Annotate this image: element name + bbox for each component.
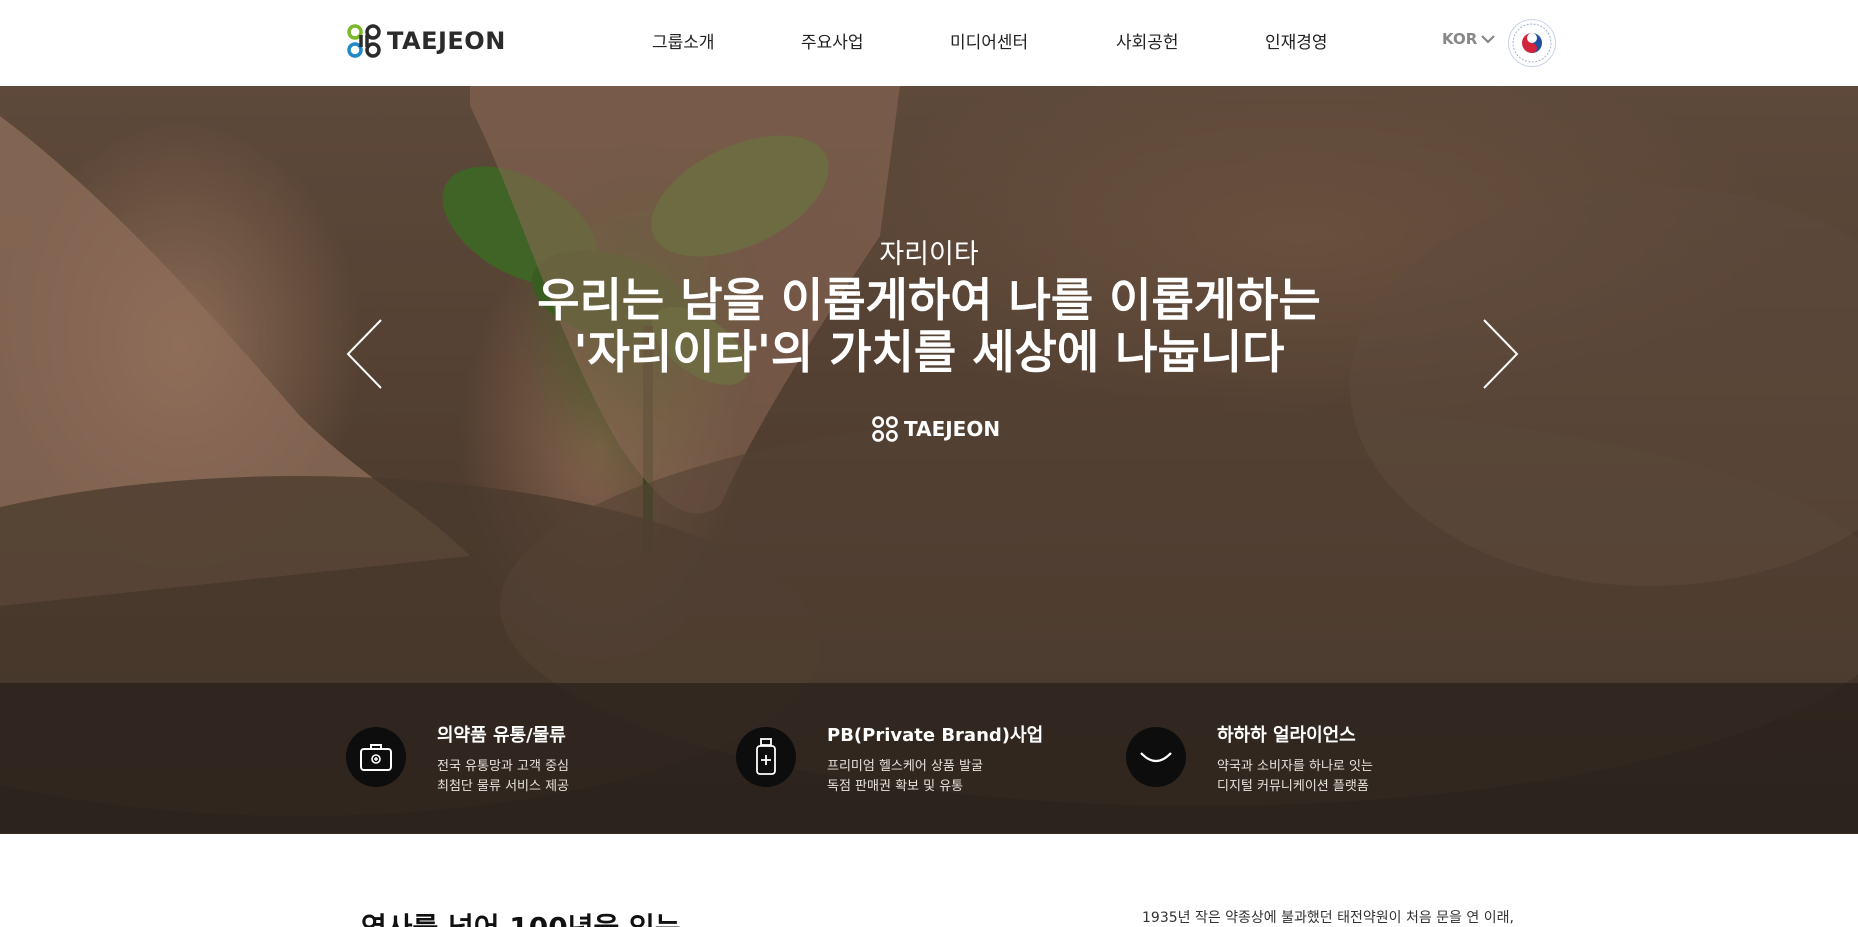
bottle-icon (736, 727, 796, 787)
logo-mark-icon (347, 24, 381, 58)
nav-item-media-center[interactable]: 미디어센터 (950, 28, 1116, 53)
service-desc: 디지털 커뮤니케이션 플랫폼 (1217, 779, 1369, 794)
service-desc: 프리미엄 헬스케어 상품 발굴 (827, 759, 983, 774)
service-item[interactable]: PB(Private Brand)사업 프리미엄 헬스케어 상품 발굴 독점 판… (736, 721, 1043, 797)
service-desc: 최첨단 물류 서비스 제공 (437, 779, 569, 794)
hero-logo-text: TAEJEON (904, 417, 1001, 441)
chevron-down-icon (1481, 35, 1496, 44)
hero-title-line: '자리이타'의 가치를 세상에 나눕니다 (573, 325, 1285, 379)
services-strip: 의약품 유통/물류 전국 유통망과 고객 중심 최첨단 물류 서비스 제공 PB… (0, 683, 1858, 833)
main-nav: 그룹소개 주요사업 미디어센터 사회공헌 인재경영 (652, 28, 1328, 53)
logo-text: TAEJEON (387, 27, 506, 55)
logo-mark-icon (872, 416, 898, 442)
smile-icon (1126, 727, 1186, 787)
hero-logo: TAEJEON (872, 416, 1000, 442)
hero-subtitle: 자리이타 (879, 239, 979, 270)
service-item[interactable]: 하하하 얼라이언스 약국과 소비자를 하나로 잇는 디지털 커뮤니케이션 플랫폼 (1126, 721, 1373, 797)
nav-item-social-contribution[interactable]: 사회공헌 (1116, 28, 1265, 53)
nav-item-careers[interactable]: 인재경영 (1265, 28, 1328, 53)
service-desc: 독점 판매권 확보 및 유통 (827, 779, 964, 794)
briefcase-icon (346, 727, 406, 787)
service-text: PB(Private Brand)사업 프리미엄 헬스케어 상품 발굴 독점 판… (827, 721, 1043, 797)
nav-item-business[interactable]: 주요사업 (801, 28, 950, 53)
taejeon-logo[interactable]: TAEJEON (347, 24, 506, 58)
service-title: PB(Private Brand)사업 (827, 725, 1044, 746)
service-title: 하하하 얼라이언스 (1217, 725, 1356, 746)
language-selector[interactable]: KOR (1442, 30, 1496, 48)
intro-heading: 역사를 넘어 100년을 잇는 (361, 906, 681, 927)
hero-title: 우리는 남을 이롭게하여 나를 이롭게하는 '자리이타'의 가치를 세상에 나눕… (0, 274, 1858, 378)
hero-title-line: 우리는 남을 이롭게하여 나를 이롭게하는 (537, 273, 1321, 327)
service-text: 의약품 유통/물류 전국 유통망과 고객 중심 최첨단 물류 서비스 제공 (437, 721, 569, 797)
chevron-left-icon[interactable] (345, 318, 385, 390)
taegeuk-emblem-icon (1512, 23, 1552, 63)
government-emblem[interactable] (1508, 19, 1556, 67)
nav-item-group-intro[interactable]: 그룹소개 (652, 28, 801, 53)
site-header: TAEJEON 그룹소개 주요사업 미디어센터 사회공헌 인재경영 KOR (0, 0, 1858, 86)
service-desc: 약국과 소비자를 하나로 잇는 (1217, 759, 1373, 774)
service-item[interactable]: 의약품 유통/물류 전국 유통망과 고객 중심 최첨단 물류 서비스 제공 (346, 721, 569, 797)
chevron-right-icon[interactable] (1480, 318, 1520, 390)
service-desc: 전국 유통망과 고객 중심 (437, 759, 569, 774)
service-title: 의약품 유통/물류 (437, 725, 566, 746)
language-label: KOR (1442, 30, 1478, 48)
intro-text: 1935년 작은 약종상에 불과했던 태전약원이 처음 문을 연 이래, (1142, 910, 1514, 926)
service-text: 하하하 얼라이언스 약국과 소비자를 하나로 잇는 디지털 커뮤니케이션 플랫폼 (1217, 721, 1373, 797)
